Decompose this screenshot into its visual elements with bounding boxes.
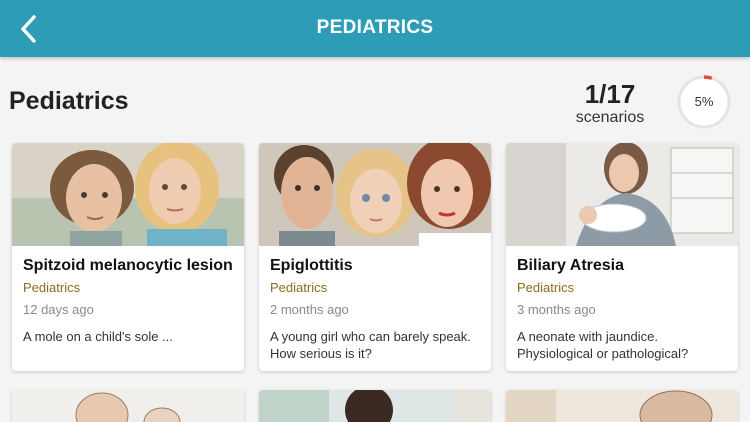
card-category: Pediatrics [517,280,575,295]
scenario-thumbnail [259,390,491,422]
scenario-card-partial[interactable] [506,390,738,422]
card-category: Pediatrics [270,280,328,295]
card-title: Epiglottitis [270,257,353,274]
scenario-card[interactable]: Epiglottitis Pediatrics 2 months ago A y… [259,143,491,371]
card-timestamp: 2 months ago [270,302,349,317]
scenario-thumbnail [259,143,491,246]
card-description: A neonate with jaundice. Physiological o… [517,329,689,361]
scenario-thumbnail [12,143,244,246]
scenario-count: 1/17 [584,79,636,109]
scenario-thumbnail [506,390,738,422]
top-app-bar: PEDIATRICS [0,0,750,57]
scenario-card-partial[interactable] [12,390,244,422]
scenario-count-label: scenarios [575,109,645,126]
page-title: Pediatrics [9,87,129,115]
card-timestamp: 12 days ago [23,302,94,317]
progress-percent: 5% [694,94,714,109]
card-timestamp: 3 months ago [517,302,596,317]
header-title: PEDIATRICS [316,17,434,38]
scenario-thumbnail [12,390,244,422]
card-description: A mole on a child's sole ... [23,329,173,344]
scenario-card[interactable]: Biliary Atresia Pediatrics 3 months ago … [506,143,738,371]
scenario-card-partial[interactable] [259,390,491,422]
scenario-thumbnail [506,143,738,246]
card-description: A young girl who can barely speak. How s… [270,329,471,361]
scenario-card[interactable]: Spitzoid melanocytic lesion Pediatrics 1… [12,143,244,371]
card-title: Biliary Atresia [517,257,625,274]
card-category: Pediatrics [23,280,81,295]
card-title: Spitzoid melanocytic lesion [23,257,233,274]
